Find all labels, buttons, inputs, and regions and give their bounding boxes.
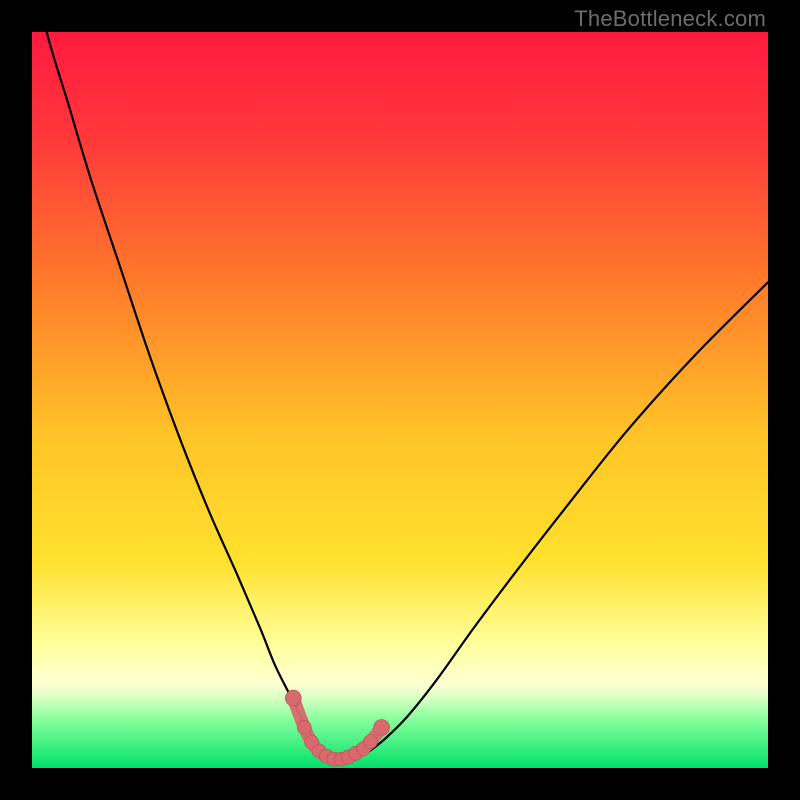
- watermark-text: TheBottleneck.com: [574, 6, 766, 32]
- plot-area: [32, 32, 768, 768]
- marker-dot: [364, 735, 378, 749]
- marker-dot: [297, 721, 311, 735]
- chart-frame: TheBottleneck.com: [0, 0, 800, 800]
- marker-dot: [374, 720, 390, 736]
- marker-dot: [285, 690, 301, 706]
- bottleneck-chart: [32, 32, 768, 768]
